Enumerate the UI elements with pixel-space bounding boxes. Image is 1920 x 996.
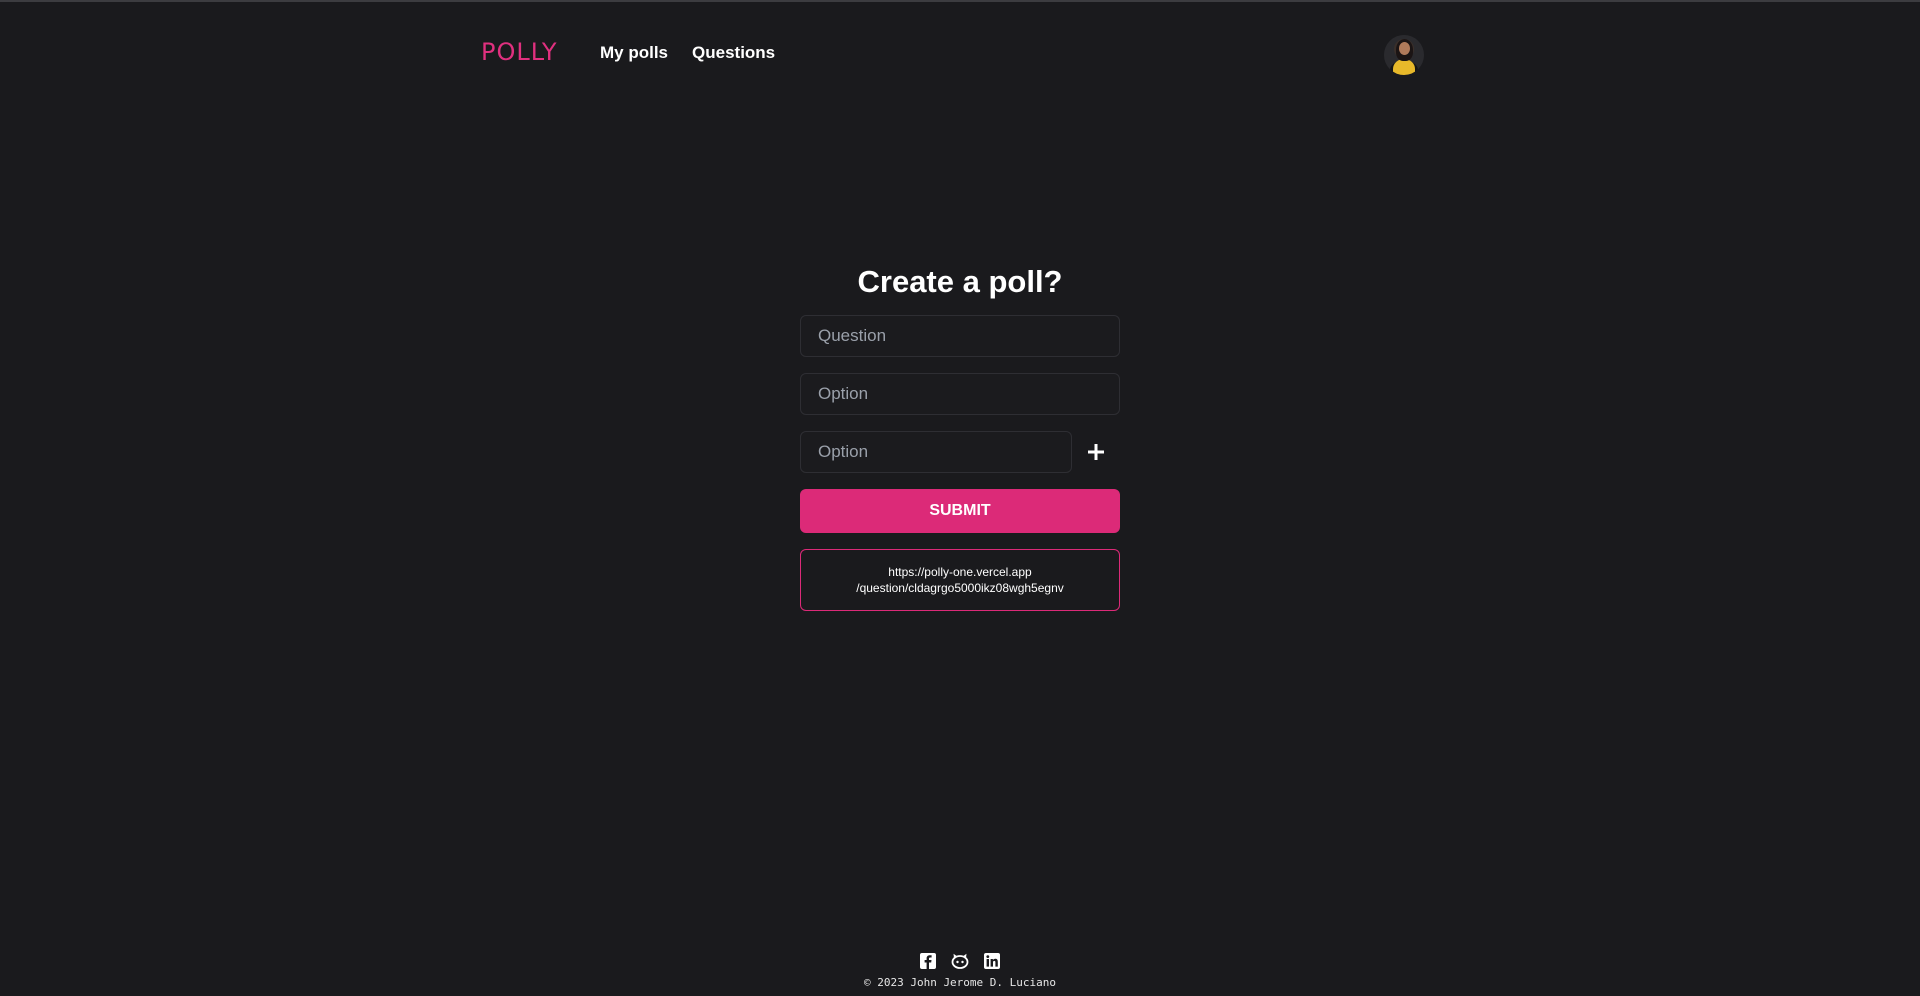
user-avatar[interactable] (1384, 35, 1424, 75)
social-links (0, 952, 1920, 970)
create-poll-form: Create a poll? SUBMIT https://polly-one.… (800, 262, 1120, 611)
logo[interactable]: POLLY (481, 38, 558, 66)
linkedin-icon[interactable] (983, 952, 1001, 970)
nav-my-polls[interactable]: My polls (600, 43, 668, 63)
header: POLLY My polls Questions (0, 2, 1920, 106)
footer: © 2023 John Jerome D. Luciano (0, 952, 1920, 989)
facebook-icon[interactable] (919, 952, 937, 970)
poll-link-box[interactable]: https://polly-one.vercel.app /question/c… (800, 549, 1120, 611)
page: POLLY My polls Questions Create a poll? (0, 0, 1920, 996)
avatar-face (1399, 42, 1410, 55)
poll-link-line-1: https://polly-one.vercel.app (888, 565, 1032, 579)
plus-icon (1088, 444, 1104, 460)
question-input[interactable] (800, 315, 1120, 357)
github-icon[interactable] (951, 952, 969, 970)
page-title: Create a poll? (857, 264, 1063, 299)
poll-link-line-2: /question/cldagrgo5000ikz08wgh5egnv (856, 581, 1064, 595)
nav-questions[interactable]: Questions (692, 43, 775, 63)
option-row (800, 431, 1120, 473)
main-nav: My polls Questions (600, 43, 775, 63)
avatar-shirt (1393, 59, 1415, 75)
submit-button[interactable]: SUBMIT (800, 489, 1120, 533)
add-option-button[interactable] (1072, 431, 1120, 473)
copyright: © 2023 John Jerome D. Luciano (863, 976, 1057, 989)
option-input-2[interactable] (800, 431, 1072, 473)
option-input-1[interactable] (800, 373, 1120, 415)
